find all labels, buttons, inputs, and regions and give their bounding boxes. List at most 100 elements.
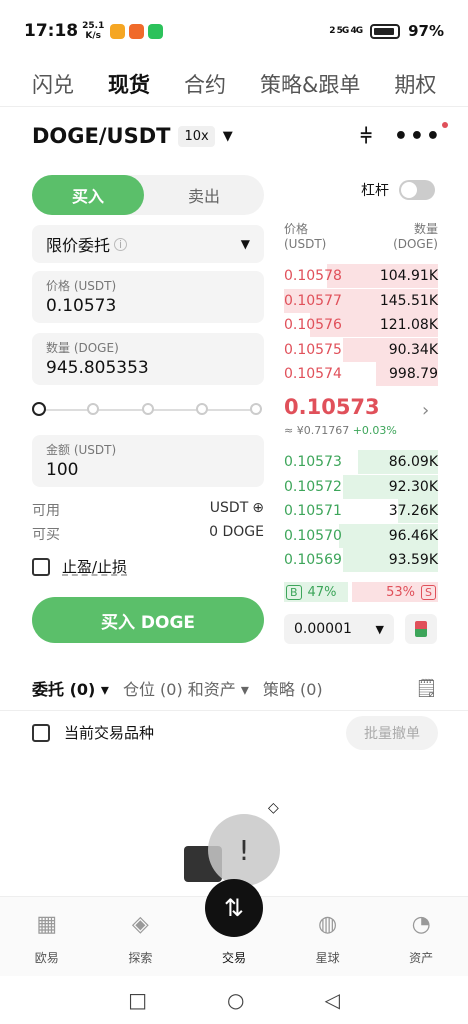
bid-qty: 93.59K: [388, 552, 438, 569]
available-value: USDT: [209, 500, 249, 516]
amount-field[interactable]: 金额 (USDT) 100: [32, 435, 264, 487]
bid-price: 0.10571: [284, 503, 342, 520]
caret-down-icon: ▼: [375, 622, 384, 636]
add-funds-icon[interactable]: ⊕: [252, 500, 264, 520]
nav-trade[interactable]: ⇅ 交易: [187, 879, 281, 976]
ask-price: 0.10576: [284, 317, 342, 334]
candlestick-chart-icon[interactable]: ⫩: [360, 124, 371, 148]
sell-ratio-bar: 53% S: [352, 582, 438, 602]
order-type-value: 限价委托: [46, 236, 111, 255]
bid-qty: 86.09K: [388, 454, 438, 470]
bid-qty: 96.46K: [388, 527, 438, 544]
back-icon[interactable]: ◁: [324, 988, 339, 1012]
ask-row[interactable]: 0.10575 90.34K: [284, 337, 438, 362]
amount-slider[interactable]: [32, 400, 264, 420]
nav-planet[interactable]: ◍ 星球: [281, 897, 375, 976]
orderbook-layout-icon[interactable]: [405, 614, 437, 644]
order-history-icon[interactable]: 🗒: [415, 678, 438, 699]
slider-handle[interactable]: [32, 402, 46, 416]
orderbook-qty-header: 数量 (DOGE): [393, 222, 438, 251]
bid-row[interactable]: 0.10570 96.46K: [284, 523, 438, 548]
nav-discover[interactable]: ◈ 探索: [94, 897, 188, 976]
nav-home[interactable]: ▦ 欧易: [0, 897, 94, 976]
clock: 17:18: [24, 21, 79, 41]
tab-convert[interactable]: 闪兑: [32, 69, 74, 99]
precision-value: 0.00001: [294, 621, 352, 637]
bid-row[interactable]: 0.10571 37.26K: [284, 499, 438, 524]
buy-sell-ratio: B 47% 53% S: [284, 582, 438, 602]
status-bar: 17:18 25.1 K/s 2 5G 4G 97%: [0, 0, 468, 62]
ask-qty: 145.51K: [379, 292, 438, 309]
quantity-input[interactable]: 945.805353: [46, 358, 250, 378]
app-notification-icon: [110, 23, 126, 39]
slider-stop-50[interactable]: [142, 403, 154, 415]
compass-icon: ◈: [131, 912, 149, 937]
margin-label: 杠杆: [361, 183, 389, 199]
home-icon[interactable]: ○: [227, 988, 244, 1012]
amount-label: 金额 (USDT): [46, 443, 117, 457]
sell-ratio: 53%: [386, 584, 416, 600]
bid-row[interactable]: 0.10573 86.09K: [284, 450, 438, 474]
info-icon[interactable]: i: [114, 237, 128, 251]
price-input[interactable]: 0.10573: [46, 296, 250, 316]
recent-apps-icon[interactable]: □: [128, 988, 147, 1012]
buy-button[interactable]: 买入 DOGE: [32, 597, 264, 643]
bid-row[interactable]: 0.10569 93.59K: [284, 548, 438, 573]
tab-strategy[interactable]: 策略&跟单: [260, 69, 360, 99]
tpsl-checkbox-row[interactable]: 止盈/止损: [32, 556, 127, 577]
ask-row[interactable]: 0.10576 121.08K: [284, 313, 438, 338]
pie-chart-icon: ◔: [411, 912, 431, 937]
can-buy-row: 可买 0 DOGE: [32, 524, 264, 544]
slider-stop-25[interactable]: [87, 403, 99, 415]
buy-tab[interactable]: 买入: [32, 175, 144, 215]
quantity-field[interactable]: 数量 (DOGE) 945.805353: [32, 333, 264, 385]
cancel-all-button[interactable]: 批量撤单: [346, 716, 438, 750]
current-pair-filter[interactable]: 当前交易品种: [32, 722, 154, 743]
tpsl-label[interactable]: 止盈/止损: [62, 556, 127, 577]
app-notification-icon: [129, 23, 145, 39]
price-field[interactable]: 价格 (USDT) 0.10573: [32, 271, 264, 323]
last-price[interactable]: 0.10573: [284, 395, 380, 419]
tpsl-checkbox[interactable]: [32, 557, 50, 576]
ask-qty: 998.79: [389, 366, 438, 383]
bid-price: 0.10572: [284, 478, 342, 495]
tab-positions[interactable]: 仓位 (0) 和资产 ▾: [123, 676, 249, 700]
buy-ratio-bar: B 47%: [284, 582, 348, 602]
tab-open-orders[interactable]: 委托 (0) ▾: [32, 676, 109, 700]
bottom-nav: ▦ 欧易 ◈ 探索 ⇅ 交易 ◍ 星球 ◔ 资产: [0, 879, 468, 976]
fiat-value: ≈ ¥0.71767: [284, 424, 350, 437]
order-tabs: 委托 (0) ▾ 仓位 (0) 和资产 ▾ 策略 (0) 🗒: [32, 674, 438, 702]
more-icon[interactable]: •••: [394, 121, 448, 149]
margin-toggle-row: 杠杆: [361, 180, 435, 200]
floating-alert-icon[interactable]: !: [208, 814, 280, 886]
tab-futures[interactable]: 合约: [184, 69, 226, 99]
current-pair-checkbox[interactable]: [32, 723, 50, 742]
slider-stop-75[interactable]: [196, 403, 208, 415]
amount-input[interactable]: 100: [46, 460, 250, 480]
ask-row[interactable]: 0.10574 998.79: [284, 362, 438, 387]
order-type-select[interactable]: 限价委托 i ▼: [32, 225, 264, 263]
chevron-right-icon[interactable]: ›: [422, 400, 429, 421]
bid-row[interactable]: 0.10572 92.30K: [284, 474, 438, 499]
bid-price: 0.10570: [284, 527, 342, 544]
bid-qty: 37.26K: [388, 503, 438, 520]
nav-assets[interactable]: ◔ 资产: [374, 897, 468, 976]
tab-options[interactable]: 期权: [394, 69, 436, 99]
pair-selector[interactable]: DOGE/USDT: [32, 124, 170, 148]
can-buy-value: 0 DOGE: [209, 524, 264, 540]
sell-tab[interactable]: 卖出: [144, 175, 264, 215]
buy-badge: B: [286, 584, 302, 600]
margin-toggle[interactable]: [399, 180, 435, 200]
bid-price: 0.10573: [284, 454, 342, 470]
precision-select[interactable]: 0.00001 ▼: [284, 614, 394, 644]
caret-down-icon[interactable]: ▼: [223, 129, 233, 144]
ask-price: 0.10577: [284, 292, 342, 309]
ask-row[interactable]: 0.10578 104.91K: [284, 264, 438, 288]
can-buy-label: 可买: [32, 527, 60, 543]
slider-stop-100[interactable]: [250, 403, 262, 415]
tab-spot[interactable]: 现货: [108, 69, 150, 99]
ask-qty: 90.34K: [388, 341, 438, 358]
ask-row[interactable]: 0.10577 145.51K: [284, 288, 438, 313]
tab-strategy-orders[interactable]: 策略 (0): [263, 676, 323, 700]
ask-price: 0.10578: [284, 268, 342, 284]
